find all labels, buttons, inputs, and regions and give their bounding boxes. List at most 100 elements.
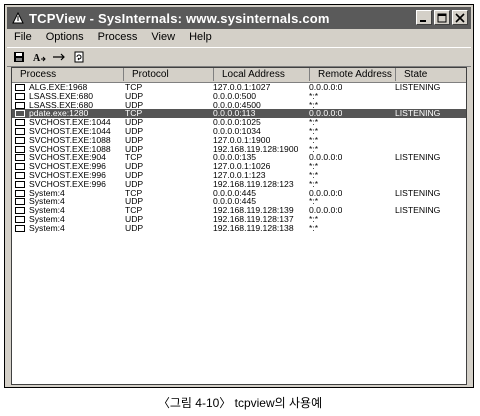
table-row[interactable]: System:4 TCP 0.0.0.0:445 0.0.0.0:0 LISTENING <box>12 189 466 198</box>
process-icon <box>15 224 25 232</box>
table-row[interactable]: pdate.exe:1280 TCP 0.0.0.0:113 0.0.0.0:0 LIS… <box>12 109 466 119</box>
resolve-addresses-icon[interactable]: A <box>31 50 47 64</box>
arrow-right-icon[interactable] <box>51 50 67 64</box>
column-remote-address[interactable]: Remote Address <box>310 68 396 81</box>
table-row[interactable]: System:4 UDP 0.0.0.0:445 *:* <box>12 197 466 206</box>
cell-remote: 0.0.0.0:0 <box>309 206 343 216</box>
cell-remote: *:* <box>309 170 319 180</box>
close-button[interactable] <box>452 10 468 25</box>
cell-local: 0.0.0.0:445 <box>213 197 257 207</box>
maximize-icon <box>437 13 447 22</box>
close-icon <box>455 12 465 23</box>
table-row[interactable]: LSASS.EXE:680 UDP 0.0.0.0:500 *:* <box>12 92 466 101</box>
cell-remote: 0.0.0.0:0 <box>309 188 343 198</box>
cell-process: System:4 <box>29 197 65 207</box>
cell-protocol: TCP <box>125 153 143 163</box>
table-row[interactable]: System:4 TCP 192.168.119.128:139 0.0.0.0:0 L… <box>12 206 466 215</box>
cell-remote: *:* <box>309 100 319 110</box>
tcpview-app-icon[interactable] <box>11 11 25 25</box>
process-icon <box>15 215 25 223</box>
cell-protocol: UDP <box>125 214 144 224</box>
menu-process[interactable]: Process <box>91 30 145 46</box>
cell-protocol: UDP <box>125 170 144 180</box>
cell-local: 192.168.119.128:1900 <box>213 144 299 154</box>
table-row[interactable]: ALG.EXE:1968 TCP 127.0.0.1:1027 0.0.0.0:0 LI… <box>12 83 466 92</box>
cell-local: 192.168.119.128:138 <box>213 223 294 233</box>
menu-bar: File Options Process View Help <box>7 30 471 46</box>
cell-remote: 0.0.0.0:0 <box>309 153 343 163</box>
menu-file[interactable]: File <box>7 30 39 46</box>
cell-local: 192.168.119.128:137 <box>213 214 294 224</box>
column-local-address[interactable]: Local Address <box>214 68 310 81</box>
cell-state: LISTENING <box>395 109 441 119</box>
cell-process: System:4 <box>29 223 65 233</box>
process-icon <box>15 127 25 135</box>
process-icon <box>15 101 25 109</box>
cell-local: 192.168.119.128:123 <box>213 179 294 189</box>
cell-local: 127.0.0.1:123 <box>213 170 266 180</box>
cell-remote: *:* <box>309 223 319 233</box>
table-row[interactable]: SVCHOST.EXE:996 UDP 127.0.0.1:123 *:* <box>12 171 466 180</box>
cell-protocol: UDP <box>125 126 144 136</box>
cell-protocol: TCP <box>125 109 143 119</box>
menu-view[interactable]: View <box>144 30 182 46</box>
cell-local: 0.0.0.0:4500 <box>213 100 261 110</box>
table-row[interactable]: SVCHOST.EXE:904 TCP 0.0.0.0:135 0.0.0.0:0 LI… <box>12 153 466 162</box>
cell-process: System:4 <box>29 214 65 224</box>
cell-protocol: UDP <box>125 179 144 189</box>
process-icon <box>15 110 25 118</box>
window-title: TCPView - SysInternals: www.sysinternals… <box>29 10 330 26</box>
cell-remote: *:* <box>309 126 319 136</box>
cell-remote: *:* <box>309 91 319 101</box>
table-row[interactable]: System:4 UDP 192.168.119.128:138 *:* <box>12 224 466 233</box>
cell-local: 0.0.0.0:1034 <box>213 126 261 136</box>
column-process[interactable]: Process <box>12 68 124 81</box>
cell-local: 127.0.0.1:1027 <box>213 83 271 92</box>
table-row[interactable]: SVCHOST.EXE:1044 UDP 0.0.0.0:1034 *:* <box>12 127 466 136</box>
cell-state: LISTENING <box>395 153 441 163</box>
table-row[interactable]: LSASS.EXE:680 UDP 0.0.0.0:4500 *:* <box>12 101 466 110</box>
cell-process: pdate.exe:1280 <box>29 109 89 119</box>
maximize-button[interactable] <box>434 10 450 25</box>
table-row[interactable]: SVCHOST.EXE:996 UDP 192.168.119.128:123 *:* <box>12 180 466 189</box>
cell-protocol: UDP <box>125 100 144 110</box>
cell-process: SVCHOST.EXE:1044 <box>29 126 111 136</box>
cell-local: 127.0.0.1:1900 <box>213 135 271 145</box>
list-header: Process Protocol Local Address Remote Ad… <box>12 68 466 83</box>
process-icon <box>15 119 25 127</box>
process-icon <box>15 163 25 171</box>
process-icon <box>15 171 25 179</box>
cell-protocol: UDP <box>125 118 144 128</box>
cell-remote: *:* <box>309 179 319 189</box>
connections-list[interactable]: Process Protocol Local Address Remote Ad… <box>11 67 467 385</box>
minimize-button[interactable] <box>416 10 432 25</box>
table-row[interactable]: System:4 UDP 192.168.119.128:137 *:* <box>12 215 466 224</box>
cell-local: 0.0.0.0:135 <box>213 153 257 163</box>
minimize-icon <box>420 19 426 22</box>
process-icon <box>15 180 25 188</box>
cell-remote: *:* <box>309 135 319 145</box>
table-row[interactable]: SVCHOST.EXE:1088 UDP 127.0.0.1:1900 *:* <box>12 136 466 145</box>
tcpview-window: TCPView - SysInternals: www.sysinternals… <box>4 4 474 388</box>
cell-process: SVCHOST.EXE:1088 <box>29 135 111 145</box>
cell-remote: *:* <box>309 144 319 154</box>
list-rows: ALG.EXE:1968 TCP 127.0.0.1:1027 0.0.0.0:0 LI… <box>12 83 466 233</box>
menu-help[interactable]: Help <box>182 30 219 46</box>
column-state[interactable]: State <box>396 68 466 81</box>
process-icon <box>15 154 25 162</box>
refresh-document-icon[interactable] <box>71 50 87 64</box>
cell-protocol: UDP <box>125 144 144 154</box>
save-icon[interactable] <box>11 50 27 64</box>
title-bar[interactable]: TCPView - SysInternals: www.sysinternals… <box>7 7 471 29</box>
cell-process: SVCHOST.EXE:1088 <box>29 144 111 154</box>
cell-protocol: TCP <box>125 206 143 216</box>
cell-process: ALG.EXE:1968 <box>29 83 88 92</box>
process-icon <box>15 207 25 215</box>
column-protocol[interactable]: Protocol <box>124 68 214 81</box>
menu-options[interactable]: Options <box>39 30 91 46</box>
cell-process: SVCHOST.EXE:904 <box>29 153 106 163</box>
table-row[interactable]: SVCHOST.EXE:996 UDP 127.0.0.1:1026 *:* <box>12 162 466 171</box>
table-row[interactable]: SVCHOST.EXE:1088 UDP 192.168.119.128:1900 *… <box>12 145 466 154</box>
table-row[interactable]: SVCHOST.EXE:1044 UDP 0.0.0.0:1025 *:* <box>12 118 466 127</box>
process-icon <box>15 145 25 153</box>
